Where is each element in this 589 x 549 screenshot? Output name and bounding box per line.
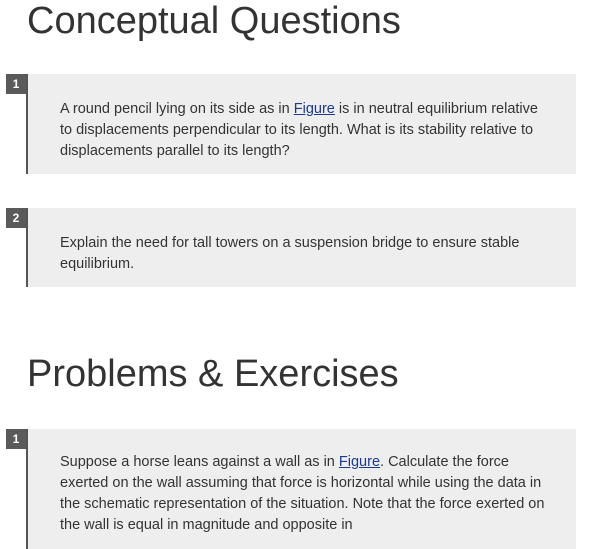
section-title-conceptual-questions: Conceptual Questions: [27, 0, 401, 42]
exercise-number-badge: 2: [6, 208, 26, 228]
figure-link[interactable]: Figure: [339, 454, 380, 470]
figure-link[interactable]: Figure: [294, 101, 335, 117]
exercise-number-badge: 1: [6, 429, 26, 449]
section-title-problems-exercises: Problems & Exercises: [27, 353, 399, 395]
exercise-text-start: A round pencil lying on its side as in: [60, 101, 294, 117]
problem-exercise-1: 1 Suppose a horse leans against a wall a…: [6, 429, 576, 549]
conceptual-question-1: 1 A round pencil lying on its side as in…: [6, 74, 576, 174]
exercise-text: A round pencil lying on its side as in F…: [60, 99, 550, 162]
conceptual-question-2: 2 Explain the need for tall towers on a …: [6, 208, 576, 287]
exercise-number-badge: 1: [6, 74, 26, 94]
exercise-text: Suppose a horse leans against a wall as …: [60, 452, 550, 536]
exercise-text-start: Suppose a horse leans against a wall as …: [60, 454, 339, 470]
exercise-text: Explain the need for tall towers on a su…: [60, 235, 520, 272]
